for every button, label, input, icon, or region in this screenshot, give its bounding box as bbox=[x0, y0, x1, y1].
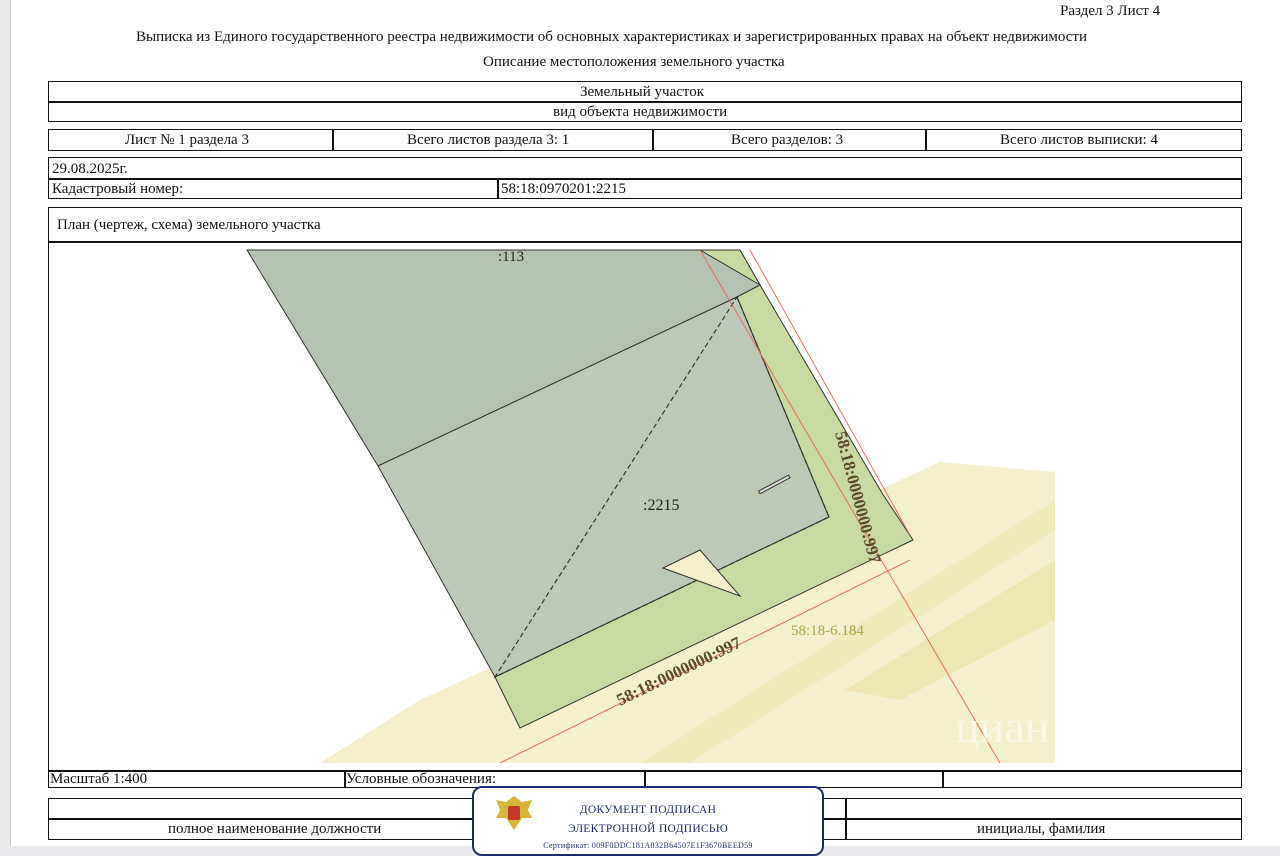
divider bbox=[942, 770, 944, 788]
stamp-line-2: ЭЛЕКТРОННОЙ ПОДПИСЬЮ bbox=[568, 823, 728, 835]
land-plot-plan: :113 :2215 58:18:0000000:997 58:18:00000… bbox=[246, 249, 1055, 763]
divider bbox=[652, 129, 654, 151]
total-section-sheets: Всего листов раздела 3: 1 bbox=[407, 132, 570, 148]
divider bbox=[48, 178, 1242, 180]
cadastral-label: Кадастровый номер: bbox=[52, 181, 184, 197]
total-extract-sheets: Всего листов выписки: 4 bbox=[1000, 132, 1158, 148]
parcel-2215-label: :2215 bbox=[643, 497, 679, 514]
divider bbox=[497, 178, 499, 199]
object-name: Земельный участок bbox=[580, 84, 705, 100]
sheet-number: Лист № 1 раздела 3 bbox=[125, 132, 249, 148]
zone-label: 58:18-6.184 bbox=[791, 623, 864, 639]
divider bbox=[48, 101, 1242, 103]
cadastral-number: 58:18:0970201:2215 bbox=[501, 181, 627, 197]
plan-title: План (чертеж, схема) земельного участка bbox=[57, 217, 321, 233]
divider bbox=[332, 129, 334, 151]
section-sheet-label: Раздел 3 Лист 4 bbox=[1060, 3, 1161, 19]
document-title: Выписка из Единого государственного реес… bbox=[136, 29, 1088, 45]
scale-label: Масштаб 1:400 bbox=[50, 771, 148, 787]
object-kind-caption: вид объекта недвижимости bbox=[553, 104, 728, 120]
document-subtitle: Описание местоположения земельного участ… bbox=[483, 54, 785, 70]
extract-date: 29.08.2025г. bbox=[52, 161, 128, 177]
initials-caption: инициалы, фамилия bbox=[977, 821, 1106, 837]
divider bbox=[925, 129, 927, 151]
stamp-line-1: ДОКУМЕНТ ПОДПИСАН bbox=[579, 804, 717, 816]
watermark: циан bbox=[955, 701, 1049, 752]
total-sections: Всего разделов: 3 bbox=[731, 132, 844, 148]
parcel-113-label: :113 bbox=[498, 249, 524, 265]
divider bbox=[845, 798, 847, 840]
position-caption: полное наименование должности bbox=[168, 821, 382, 837]
legend-label: Условные обозначения: bbox=[346, 771, 497, 787]
